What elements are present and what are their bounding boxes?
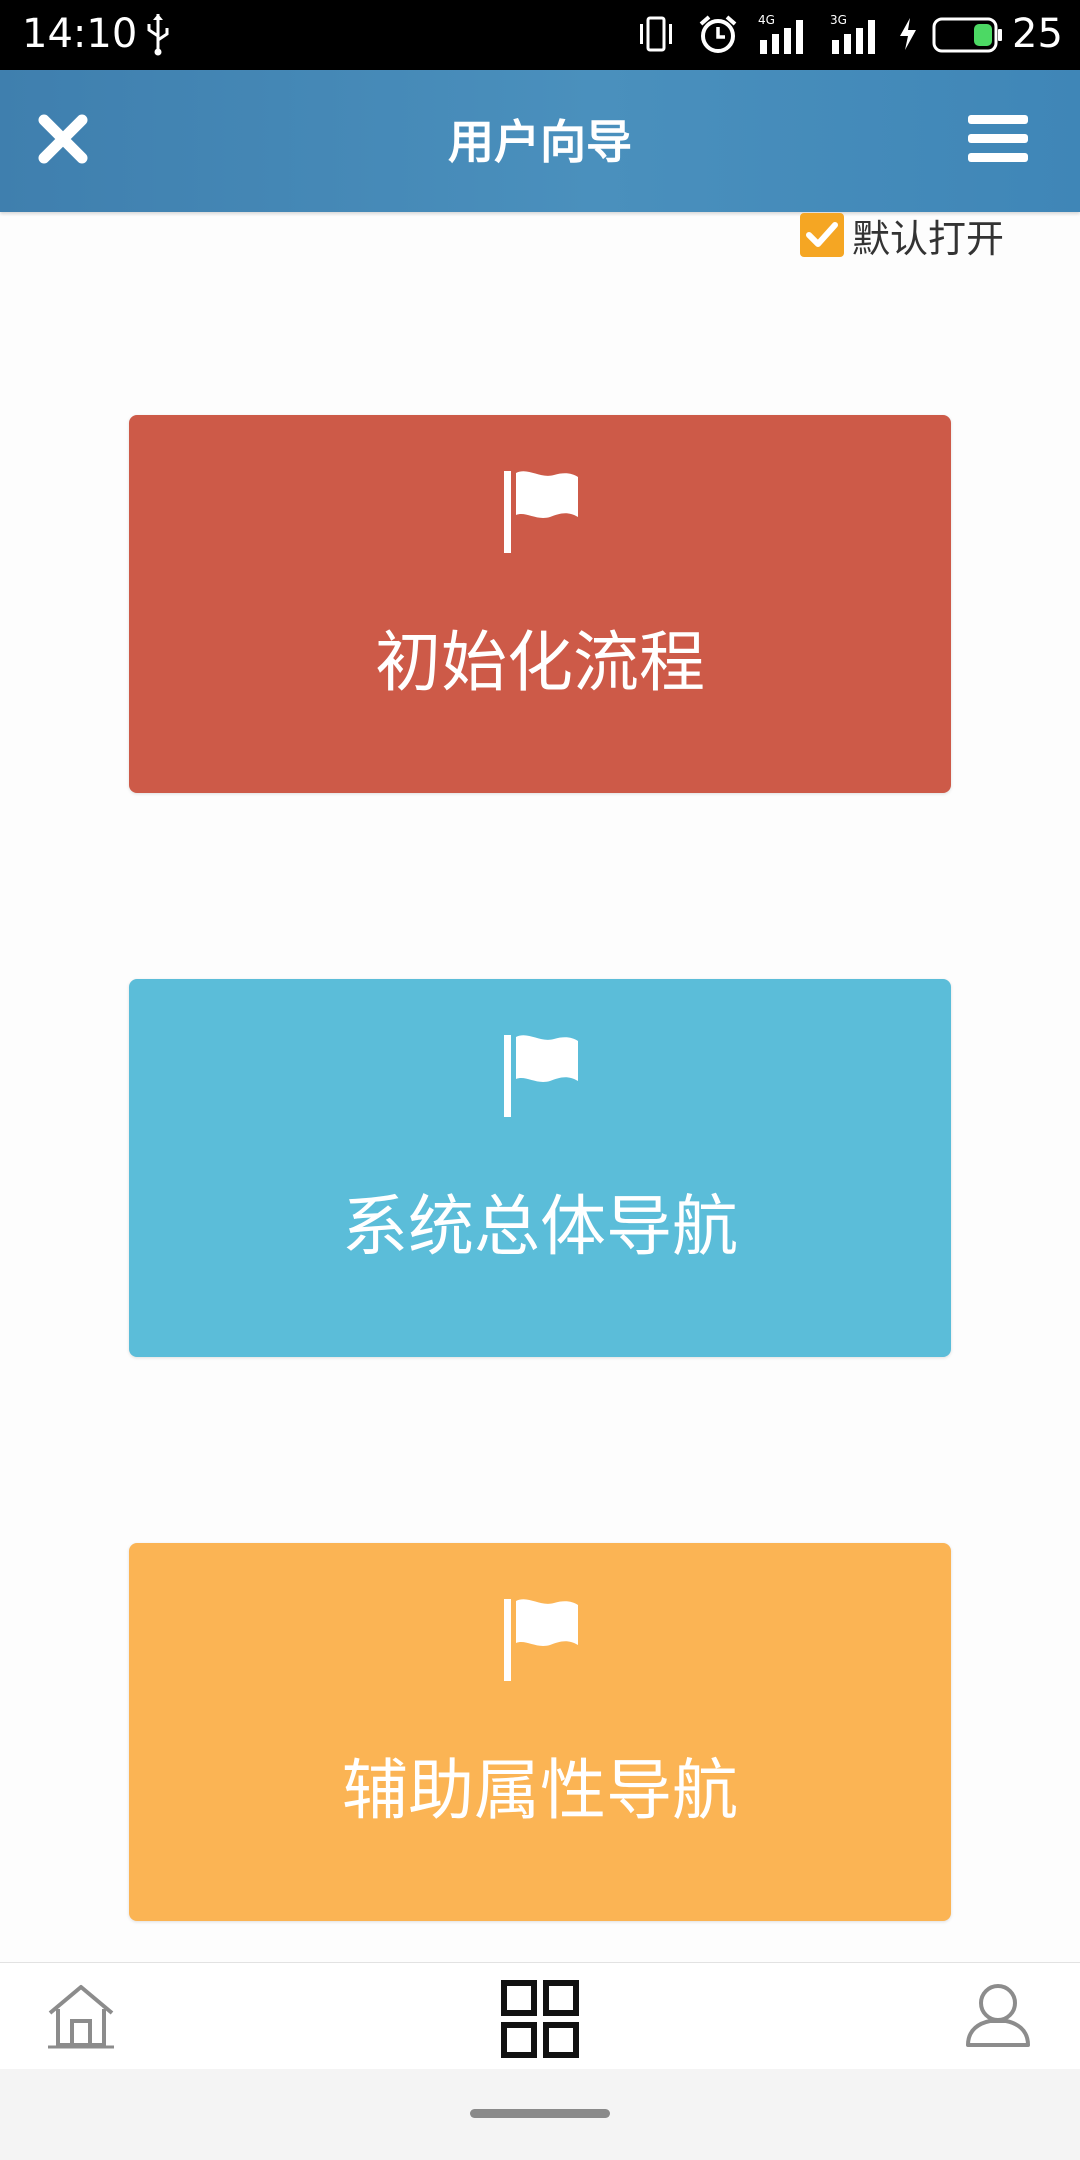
default-open-label: 默认打开 <box>852 216 1005 261</box>
gesture-area <box>0 2069 1080 2160</box>
nav-grid-button[interactable] <box>500 1979 580 2059</box>
vibrate-icon <box>636 14 676 58</box>
init-process-card[interactable]: 初始化流程 <box>129 415 951 793</box>
nav-home-button[interactable] <box>46 1983 116 2049</box>
nav-user-button[interactable] <box>962 1981 1034 2051</box>
checkmark-icon <box>806 222 838 247</box>
system-navigation-label: 系统总体导航 <box>342 1188 738 1265</box>
status-time: 14:10 <box>22 11 138 57</box>
charging-bolt-icon <box>896 16 920 56</box>
status-bar: 14:10 4G 3G 25 <box>0 0 1080 70</box>
menu-button[interactable] <box>960 106 1036 172</box>
init-process-label: 初始化流程 <box>375 624 705 701</box>
default-open-checkbox[interactable] <box>800 213 844 257</box>
default-open-toggle[interactable]: 默认打开 <box>800 210 1005 261</box>
hamburger-menu-icon <box>968 115 1028 162</box>
aux-attribute-label: 辅助属性导航 <box>342 1752 738 1829</box>
flag-icon <box>504 471 578 553</box>
grid-icon <box>501 1980 579 2058</box>
user-icon <box>966 1984 1030 2047</box>
app-header: 用户向导 <box>0 70 1080 212</box>
signal-4g-icon: 4G <box>756 12 814 60</box>
flag-icon <box>504 1035 578 1117</box>
network-4g-label: 4G <box>758 13 775 27</box>
flag-icon <box>504 1599 578 1681</box>
bottom-nav <box>0 1962 1080 2069</box>
battery-level: 25 <box>1012 11 1063 57</box>
battery-icon <box>932 16 1004 58</box>
home-icon <box>48 1985 114 2049</box>
aux-attribute-card[interactable]: 辅助属性导航 <box>129 1543 951 1921</box>
signal-3g-icon: 3G <box>828 12 886 60</box>
home-indicator[interactable] <box>470 2109 610 2118</box>
usb-icon <box>145 12 171 60</box>
system-navigation-card[interactable]: 系统总体导航 <box>129 979 951 1357</box>
network-3g-label: 3G <box>830 13 847 27</box>
page-title: 用户向导 <box>448 115 632 169</box>
alarm-icon <box>696 12 740 60</box>
